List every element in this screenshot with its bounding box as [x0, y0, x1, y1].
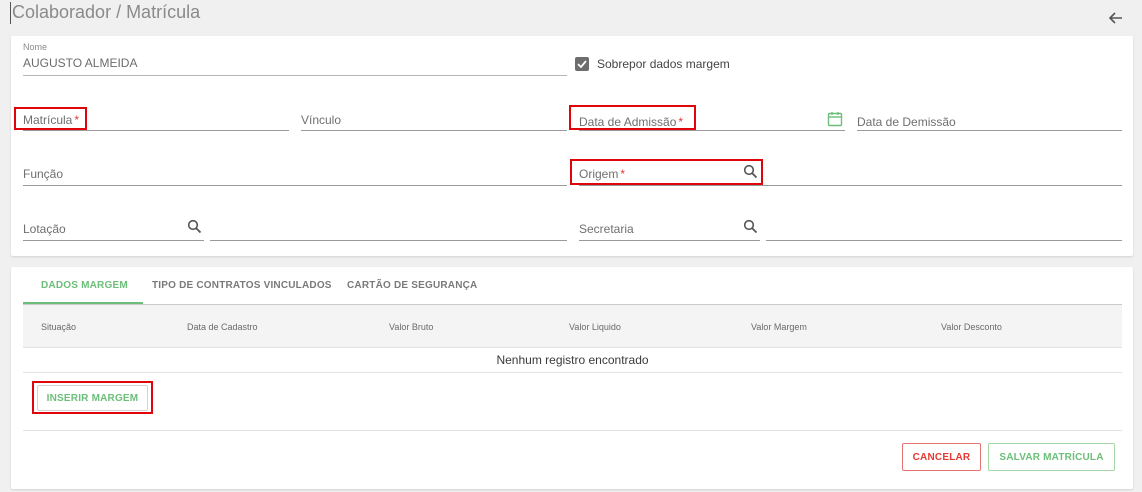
calendar-icon[interactable]	[827, 111, 843, 127]
empty-message: Nenhum registro encontrado	[496, 353, 649, 367]
matricula-input[interactable]	[23, 130, 289, 131]
column-valor-liquido[interactable]: Valor Liquido	[569, 322, 621, 332]
funcao-label: Função	[23, 167, 64, 181]
lotacao-label: Lotação	[23, 222, 66, 236]
tab-tipo-contratos[interactable]: TIPO DE CONTRATOS VINCULADOS	[152, 280, 332, 291]
tab-cartao-seguranca[interactable]: CARTÃO DE SEGURANÇA	[347, 280, 477, 291]
lotacao-code-input[interactable]	[23, 240, 204, 241]
vinculo-input[interactable]	[301, 130, 567, 131]
column-situacao[interactable]: Situação	[41, 322, 76, 332]
secretaria-code-input[interactable]	[579, 240, 760, 241]
sobrepor-checkbox[interactable]	[575, 57, 589, 71]
search-icon[interactable]	[743, 219, 758, 234]
table-header-divider	[23, 347, 1122, 348]
tab-active-indicator	[23, 302, 143, 304]
data-admissao-input[interactable]	[579, 130, 845, 131]
footer-divider	[23, 430, 1122, 431]
nome-field[interactable]: AUGUSTO ALMEIDA	[23, 56, 137, 70]
column-valor-margem[interactable]: Valor Margem	[751, 322, 807, 332]
origem-highlight	[570, 159, 763, 185]
column-valor-desconto[interactable]: Valor Desconto	[941, 322, 1002, 332]
nome-underline	[23, 75, 567, 76]
vinculo-label: Vínculo	[301, 113, 342, 127]
page-title: Colaborador / Matrícula	[10, 2, 201, 24]
tab-dados-margem[interactable]: DADOS MARGEM	[41, 280, 128, 291]
sobrepor-label: Sobrepor dados margem	[597, 57, 730, 71]
back-arrow-icon[interactable]	[1106, 8, 1126, 28]
lotacao-description-input[interactable]	[210, 240, 567, 241]
table-bottom-divider	[23, 372, 1122, 373]
column-data-cadastro[interactable]: Data de Cadastro	[187, 322, 258, 332]
origem-input[interactable]	[579, 185, 1122, 186]
search-icon[interactable]	[187, 219, 202, 234]
data-admissao-highlight	[569, 105, 696, 130]
data-demissao-input[interactable]	[857, 130, 1122, 131]
form-card	[11, 36, 1133, 256]
data-demissao-label: Data de Demissão	[857, 115, 956, 129]
secretaria-label: Secretaria	[579, 222, 634, 236]
save-button[interactable]: SALVAR MATRÍCULA	[988, 443, 1115, 471]
matricula-highlight	[14, 107, 87, 130]
check-icon	[577, 60, 587, 69]
funcao-input[interactable]	[23, 185, 567, 186]
secretaria-description-input[interactable]	[766, 240, 1122, 241]
nome-label: Nome	[23, 42, 48, 52]
column-valor-bruto[interactable]: Valor Bruto	[389, 322, 433, 332]
cancel-button[interactable]: CANCELAR	[902, 443, 981, 471]
inserir-margem-highlight	[32, 381, 153, 414]
